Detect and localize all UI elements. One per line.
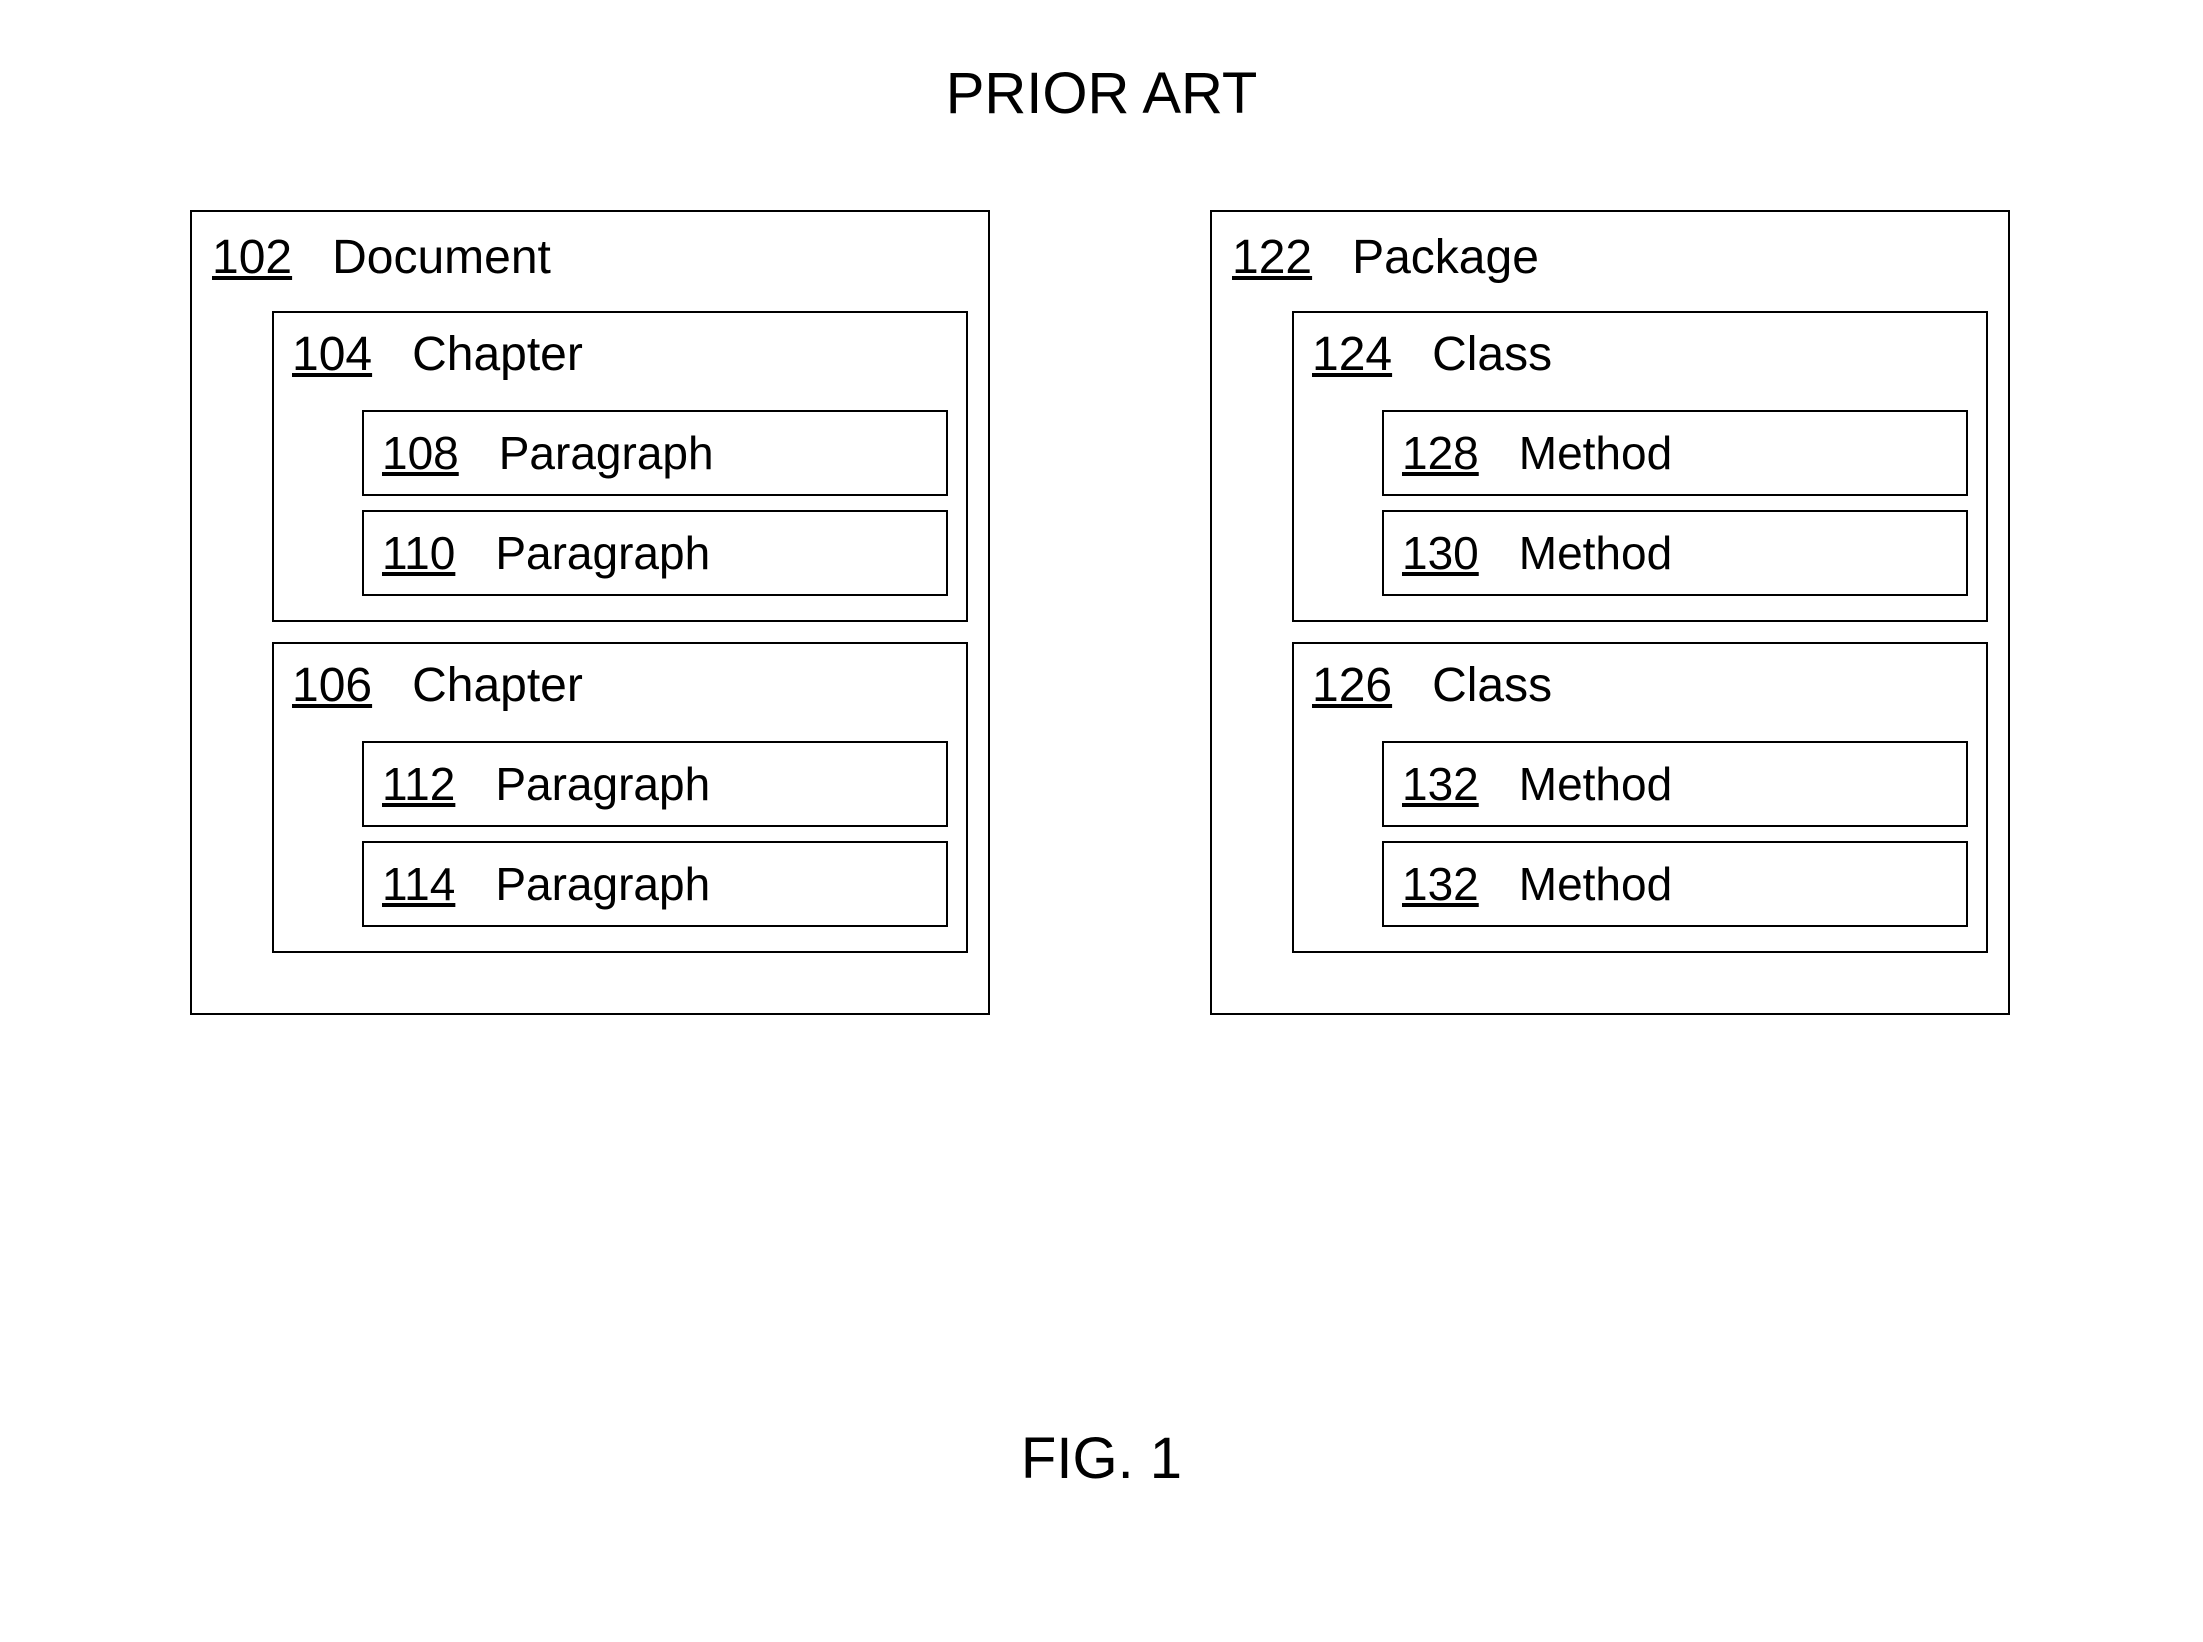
class-box: 124 Class 128 Method 130 Method xyxy=(1292,311,1988,622)
method-ref: 132 xyxy=(1402,757,1479,811)
package-box: 122 Package 124 Class 128 Method 130 Met… xyxy=(1210,210,2010,1015)
diagram-columns: 102 Document 104 Chapter 108 Paragraph 1… xyxy=(190,210,2013,1015)
paragraph-label: Paragraph xyxy=(495,757,710,811)
method-box: 132 Method xyxy=(1382,741,1968,827)
chapter-box: 106 Chapter 112 Paragraph 114 Paragraph xyxy=(272,642,968,953)
document-header: 102 Document xyxy=(212,224,968,301)
method-label: Method xyxy=(1519,526,1672,580)
method-header: 132 Method xyxy=(1402,757,1948,811)
paragraph-box: 112 Paragraph xyxy=(362,741,948,827)
document-ref: 102 xyxy=(212,230,292,285)
paragraph-header: 110 Paragraph xyxy=(382,526,928,580)
paragraph-ref: 108 xyxy=(382,426,459,480)
paragraph-label: Paragraph xyxy=(495,857,710,911)
method-ref: 128 xyxy=(1402,426,1479,480)
class-header: 124 Class xyxy=(1312,323,1968,396)
method-box: 130 Method xyxy=(1382,510,1968,596)
package-header: 122 Package xyxy=(1232,224,1988,301)
method-ref: 132 xyxy=(1402,857,1479,911)
document-box: 102 Document 104 Chapter 108 Paragraph 1… xyxy=(190,210,990,1015)
method-header: 128 Method xyxy=(1402,426,1948,480)
method-ref: 130 xyxy=(1402,526,1479,580)
class-label: Class xyxy=(1432,658,1552,713)
paragraph-box: 108 Paragraph xyxy=(362,410,948,496)
chapter-label: Chapter xyxy=(412,327,583,382)
chapter-label: Chapter xyxy=(412,658,583,713)
method-label: Method xyxy=(1519,757,1672,811)
document-label: Document xyxy=(332,230,551,285)
page-title: PRIOR ART xyxy=(946,60,1258,127)
class-ref: 126 xyxy=(1312,658,1392,713)
method-box: 132 Method xyxy=(1382,841,1968,927)
method-header: 132 Method xyxy=(1402,857,1948,911)
class-box: 126 Class 132 Method 132 Method xyxy=(1292,642,1988,953)
paragraph-label: Paragraph xyxy=(495,526,710,580)
method-label: Method xyxy=(1519,426,1672,480)
paragraph-ref: 110 xyxy=(382,526,455,580)
paragraph-label: Paragraph xyxy=(499,426,714,480)
method-label: Method xyxy=(1519,857,1672,911)
package-label: Package xyxy=(1352,230,1539,285)
class-label: Class xyxy=(1432,327,1552,382)
figure-label: FIG. 1 xyxy=(1021,1425,1182,1492)
package-ref: 122 xyxy=(1232,230,1312,285)
chapter-ref: 106 xyxy=(292,658,372,713)
class-header: 126 Class xyxy=(1312,654,1968,727)
chapter-box: 104 Chapter 108 Paragraph 110 Paragraph xyxy=(272,311,968,622)
paragraph-box: 114 Paragraph xyxy=(362,841,948,927)
chapter-ref: 104 xyxy=(292,327,372,382)
paragraph-header: 108 Paragraph xyxy=(382,426,928,480)
chapter-header: 104 Chapter xyxy=(292,323,948,396)
class-ref: 124 xyxy=(1312,327,1392,382)
chapter-header: 106 Chapter xyxy=(292,654,948,727)
method-box: 128 Method xyxy=(1382,410,1968,496)
paragraph-ref: 112 xyxy=(382,757,455,811)
paragraph-header: 112 Paragraph xyxy=(382,757,928,811)
paragraph-box: 110 Paragraph xyxy=(362,510,948,596)
method-header: 130 Method xyxy=(1402,526,1948,580)
paragraph-header: 114 Paragraph xyxy=(382,857,928,911)
paragraph-ref: 114 xyxy=(382,857,455,911)
